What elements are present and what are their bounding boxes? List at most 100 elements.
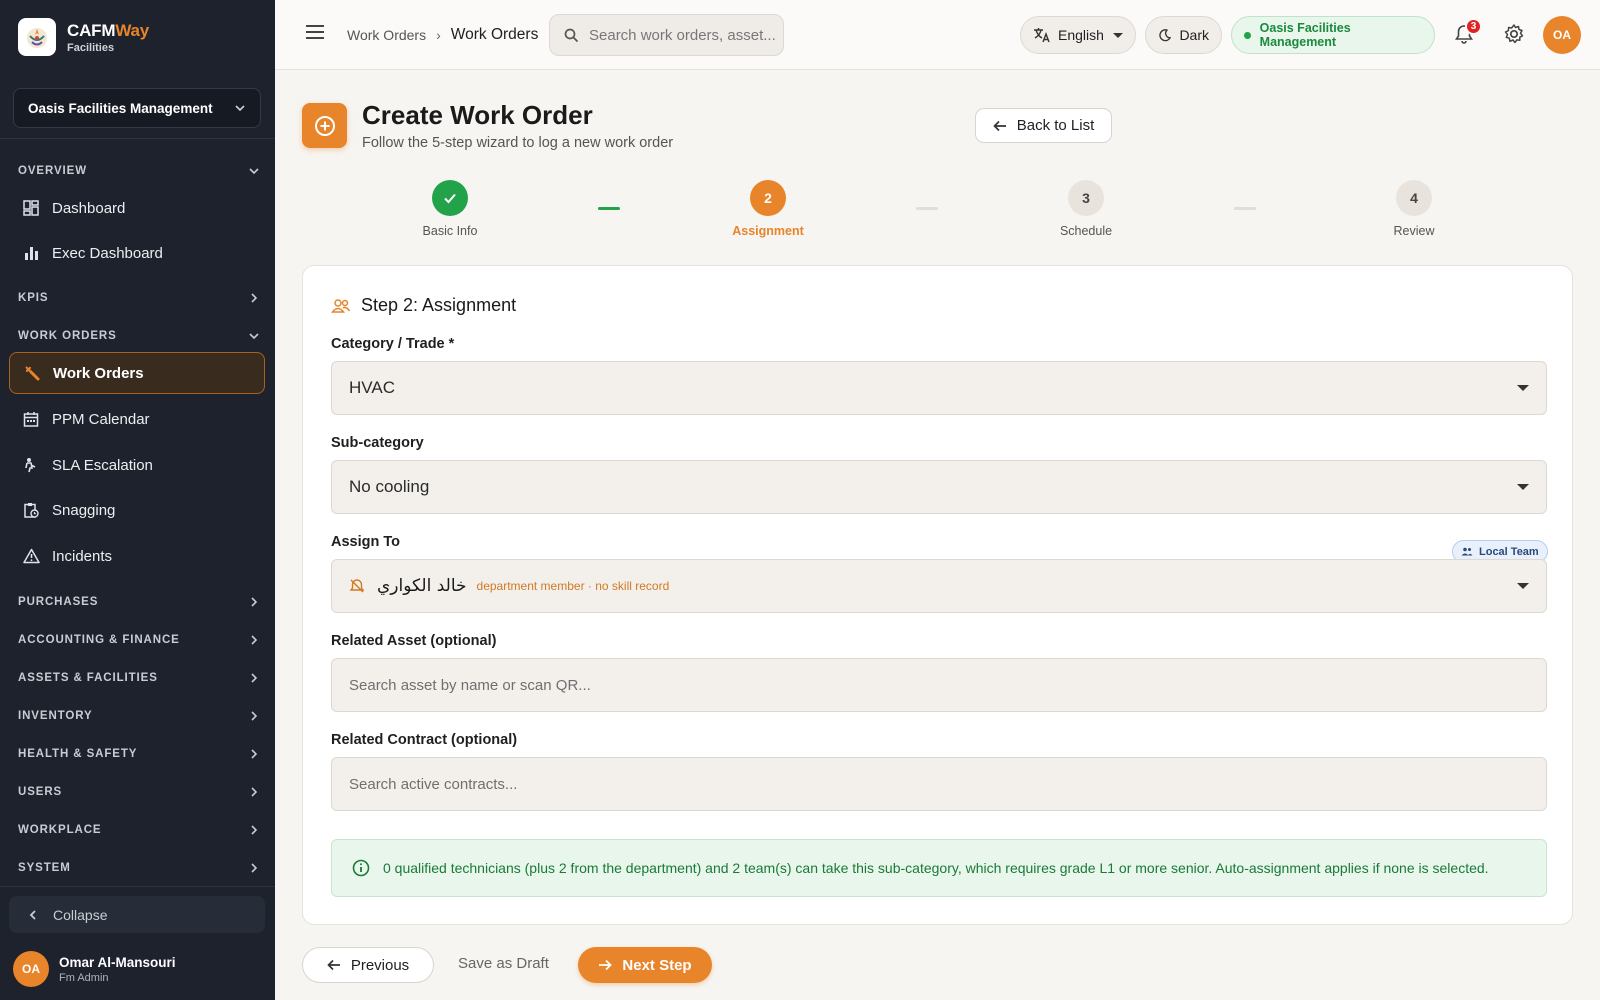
sidebar: CAFMWay Facilities Oasis Facilities Mana… [0,0,275,1000]
step-assignment[interactable]: 2 Assignment [698,180,838,238]
back-to-list-label: Back to List [1016,117,1095,134]
notification-badge: 3 [1465,18,1482,35]
section-kpis-label: KPIS [18,292,49,304]
sidebar-item-label: Incidents [52,547,113,565]
step-label: Assignment [732,224,804,238]
assign-to-select[interactable]: خالد الكواري department member · no skil… [331,559,1547,613]
section-overview[interactable]: OVERVIEW [18,165,260,177]
section-assets[interactable]: ASSETS & FACILITIES [18,672,260,684]
category-label: Category / Trade * [331,336,455,352]
previous-button[interactable]: Previous [302,947,434,983]
step-connector [1234,207,1256,210]
sidebar-item-snagging[interactable]: Snagging [9,489,265,531]
chevron-down-icon [249,333,259,340]
chevron-down-icon [235,105,245,112]
avatar: OA [13,951,49,987]
section-workplace[interactable]: WORKPLACE [18,824,260,836]
caret-down-icon [1112,32,1123,38]
org-status-badge[interactable]: Oasis Facilities Management [1231,16,1435,54]
sidebar-item-work-orders[interactable]: Work Orders [9,352,265,394]
caret-down-icon [1517,385,1529,391]
sidebar-item-sla-escalation[interactable]: SLA Escalation [9,444,265,486]
sidebar-item-incidents[interactable]: Incidents [9,535,265,577]
step-review[interactable]: 4 Review [1344,180,1484,238]
sidebar-item-ppm-calendar[interactable]: PPM Calendar [9,398,265,440]
info-text: 0 qualified technicians (plus 2 from the… [383,860,1489,876]
sidebar-item-label: Work Orders [53,364,144,382]
related-contract-input[interactable] [349,775,1529,793]
back-to-list-button[interactable]: Back to List [975,108,1112,143]
warning-icon [22,547,40,565]
brand[interactable]: CAFMWay Facilities [18,18,149,56]
section-kpis[interactable]: KPIS [18,292,260,304]
next-step-button[interactable]: Next Step [578,947,712,983]
chevron-right-icon [251,293,258,303]
sidebar-item-exec-dashboard[interactable]: Exec Dashboard [9,232,265,274]
menu-icon[interactable] [305,24,325,40]
step-schedule[interactable]: 3 Schedule [1016,180,1156,238]
related-asset-input[interactable] [349,676,1529,694]
step-number: 3 [1068,180,1104,216]
search-box[interactable] [549,14,784,56]
translate-icon [1034,28,1050,43]
section-work-orders[interactable]: WORK ORDERS [18,330,260,342]
subcategory-select[interactable]: No cooling [331,460,1547,514]
section-users[interactable]: USERS [18,786,260,798]
related-asset-field[interactable] [331,658,1547,712]
org-selector-label: Oasis Facilities Management [28,100,213,116]
collapse-label: Collapse [53,906,108,923]
assign-to-label: Assign To [331,534,401,550]
breadcrumb: Work Orders › Work Orders [347,26,538,44]
chevron-right-icon [251,673,258,683]
arrow-left-icon [993,120,1006,131]
chevron-right-icon [251,635,258,645]
brand-subtitle: Facilities [67,41,115,54]
related-asset-label: Related Asset (optional) [331,633,497,649]
collapse-sidebar-button[interactable]: Collapse [9,896,265,933]
gear-icon[interactable] [1503,23,1525,45]
status-dot-icon [1244,31,1251,39]
chevron-right-icon [251,711,258,721]
divider [0,886,275,887]
assignment-info-alert: 0 qualified technicians (plus 2 from the… [331,839,1547,897]
save-draft-button[interactable]: Save as Draft [458,955,549,972]
previous-label: Previous [350,956,410,974]
info-icon [352,859,370,877]
section-system[interactable]: SYSTEM [18,862,260,874]
divider [0,138,275,139]
section-label: ASSETS & FACILITIES [18,672,158,684]
section-label: INVENTORY [18,710,93,722]
section-health[interactable]: HEALTH & SAFETY [18,748,260,760]
brand-logo-icon [18,18,56,56]
user-avatar[interactable]: OA [1543,16,1581,54]
chevron-down-icon [249,168,259,175]
breadcrumb-parent[interactable]: Work Orders [347,27,426,43]
user-profile[interactable]: OA Omar Al-Mansouri Fm Admin [13,951,176,987]
section-overview-label: OVERVIEW [18,165,87,177]
theme-toggle[interactable]: Dark [1145,16,1222,54]
subcategory-label: Sub-category [331,435,424,451]
user-name: Omar Al-Mansouri [59,954,176,970]
org-selector[interactable]: Oasis Facilities Management [13,88,261,128]
sidebar-item-dashboard[interactable]: Dashboard [9,187,265,229]
clipboard-clock-icon [22,501,40,519]
user-role: Fm Admin [59,971,109,984]
assignee-note: department member · no skill record [476,579,670,593]
section-inventory[interactable]: INVENTORY [18,710,260,722]
language-label: English [1058,27,1104,43]
section-accounting[interactable]: ACCOUNTING & FINANCE [18,634,260,646]
chevron-right-icon [251,597,258,607]
related-contract-field[interactable] [331,757,1547,811]
section-purchases[interactable]: PURCHASES [18,596,260,608]
step-basic-info[interactable]: Basic Info [380,180,520,238]
search-icon [564,28,579,42]
category-select[interactable]: HVAC [331,361,1547,415]
language-selector[interactable]: English [1020,16,1136,54]
top-bar: Work Orders › Work Orders English Dark O… [275,0,1600,70]
section-work-orders-label: WORK ORDERS [18,330,117,342]
caret-down-icon [1517,484,1529,490]
breadcrumb-current: Work Orders [450,26,539,43]
check-icon [432,180,468,216]
search-input[interactable] [589,26,779,44]
related-contract-label: Related Contract (optional) [331,732,518,748]
